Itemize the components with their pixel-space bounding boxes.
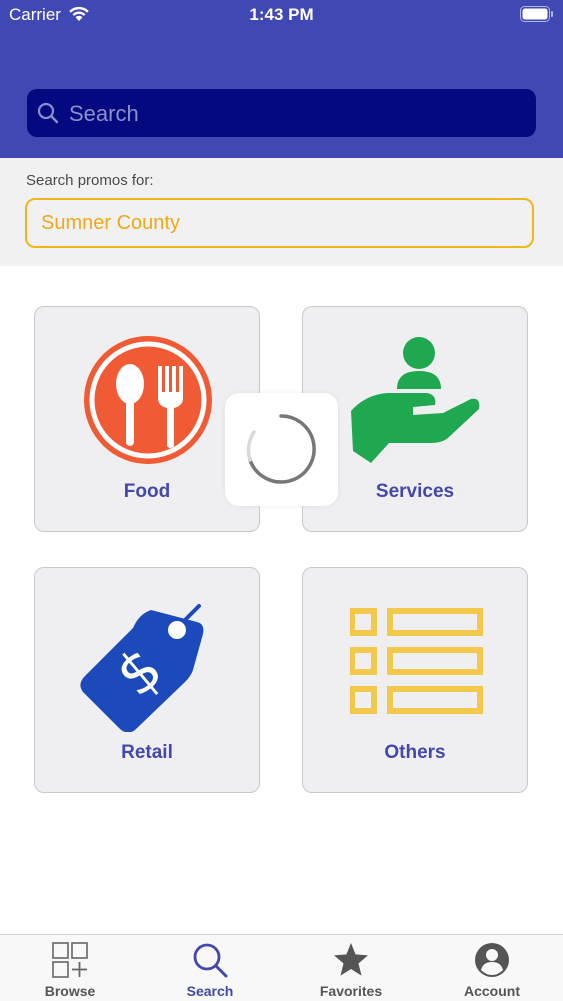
tab-search[interactable]: Search [140, 935, 280, 1001]
location-value: Sumner County [41, 212, 180, 234]
tab-bar: Browse Search Favorites Account [0, 934, 563, 1001]
tab-favorites[interactable]: Favorites [281, 935, 421, 1001]
battery-icon [520, 6, 553, 22]
retail-icon: $ [80, 604, 204, 732]
category-label-retail: Retail [121, 742, 173, 763]
search-icon [193, 943, 228, 978]
location-label: Search promos for: [26, 172, 154, 189]
loading-indicator [225, 393, 338, 506]
search-icon [37, 102, 59, 124]
browse-icon [52, 942, 88, 978]
tab-label-browse: Browse [44, 983, 96, 999]
location-section: Search promos for: Sumner County [0, 158, 563, 266]
tab-label-account: Account [464, 983, 520, 999]
status-time: 1:43 PM [249, 5, 314, 24]
services-icon [351, 337, 480, 463]
search-input[interactable] [67, 97, 521, 131]
spinner-icon [246, 414, 316, 484]
category-card-others[interactable]: Others [302, 567, 528, 793]
app-header: Carrier 1:43 PM [0, 0, 563, 158]
tab-browse[interactable]: Browse [0, 935, 140, 1001]
star-icon [334, 943, 368, 976]
status-bar: Carrier 1:43 PM [0, 0, 563, 30]
tab-label-search: Search [186, 983, 234, 999]
location-selector[interactable]: Sumner County [25, 198, 534, 248]
others-icon [350, 608, 483, 714]
food-icon [84, 336, 212, 464]
category-card-retail[interactable]: $ Retail [34, 567, 260, 793]
tab-label-favorites: Favorites [319, 983, 383, 999]
tab-account[interactable]: Account [422, 935, 562, 1001]
search-bar[interactable] [27, 89, 536, 137]
account-icon [475, 943, 509, 977]
category-label-others: Others [384, 742, 446, 763]
